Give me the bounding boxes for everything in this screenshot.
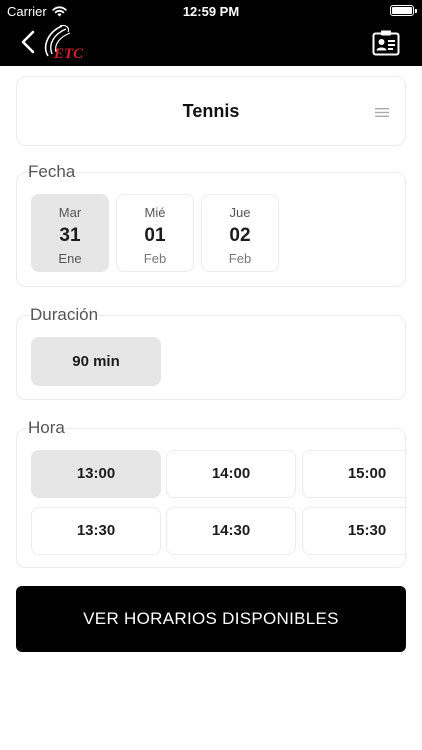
id-card-icon[interactable] — [372, 29, 400, 57]
duration-section-label: Duración — [30, 305, 99, 325]
date-weekday: Mié — [144, 205, 166, 220]
back-button[interactable] — [16, 28, 40, 56]
date-option[interactable]: Mié 01 Feb — [116, 194, 194, 272]
date-option[interactable]: Mar 31 Ene — [31, 194, 109, 272]
time-option[interactable]: 13:30 — [31, 507, 161, 555]
date-weekday: Jue — [229, 205, 251, 220]
date-day: 31 — [59, 225, 81, 246]
header-bar: Carrier 12:59 PM ETC — [0, 0, 422, 66]
time-option[interactable]: 15:30 — [302, 507, 405, 555]
date-day: 01 — [144, 225, 166, 246]
menu-icon[interactable] — [375, 108, 389, 117]
date-month: Ene — [58, 251, 82, 266]
time-option[interactable]: 14:00 — [166, 450, 296, 498]
svg-text:ETC: ETC — [53, 46, 84, 62]
date-weekday: Mar — [58, 205, 82, 220]
chevron-left-icon — [21, 30, 35, 54]
duration-option[interactable]: 90 min — [31, 337, 161, 386]
time-option[interactable]: 14:30 — [166, 507, 296, 555]
club-logo: ETC — [44, 24, 84, 62]
time-section: 13:00 14:00 15:00 13:30 14:30 15:30 — [16, 428, 406, 568]
sport-selector[interactable]: Tennis — [16, 76, 406, 146]
date-day: 02 — [229, 225, 251, 246]
time-option[interactable]: 15:00 — [302, 450, 405, 498]
date-month: Feb — [143, 251, 167, 266]
date-option[interactable]: Jue 02 Feb — [201, 194, 279, 272]
duration-section: 90 min — [16, 315, 406, 400]
status-time: 12:59 PM — [182, 4, 240, 19]
view-available-times-button[interactable]: VER HORARIOS DISPONIBLES — [16, 586, 406, 652]
time-option[interactable]: 13:00 — [31, 450, 161, 498]
sport-title: Tennis — [182, 101, 240, 121]
battery-icon — [390, 5, 417, 16]
date-section: Mar 31 Ene Mié 01 Feb Jue 02 Feb — [16, 172, 406, 287]
date-month: Feb — [228, 251, 252, 266]
time-section-label: Hora — [28, 418, 65, 438]
date-section-label: Fecha — [28, 162, 76, 182]
